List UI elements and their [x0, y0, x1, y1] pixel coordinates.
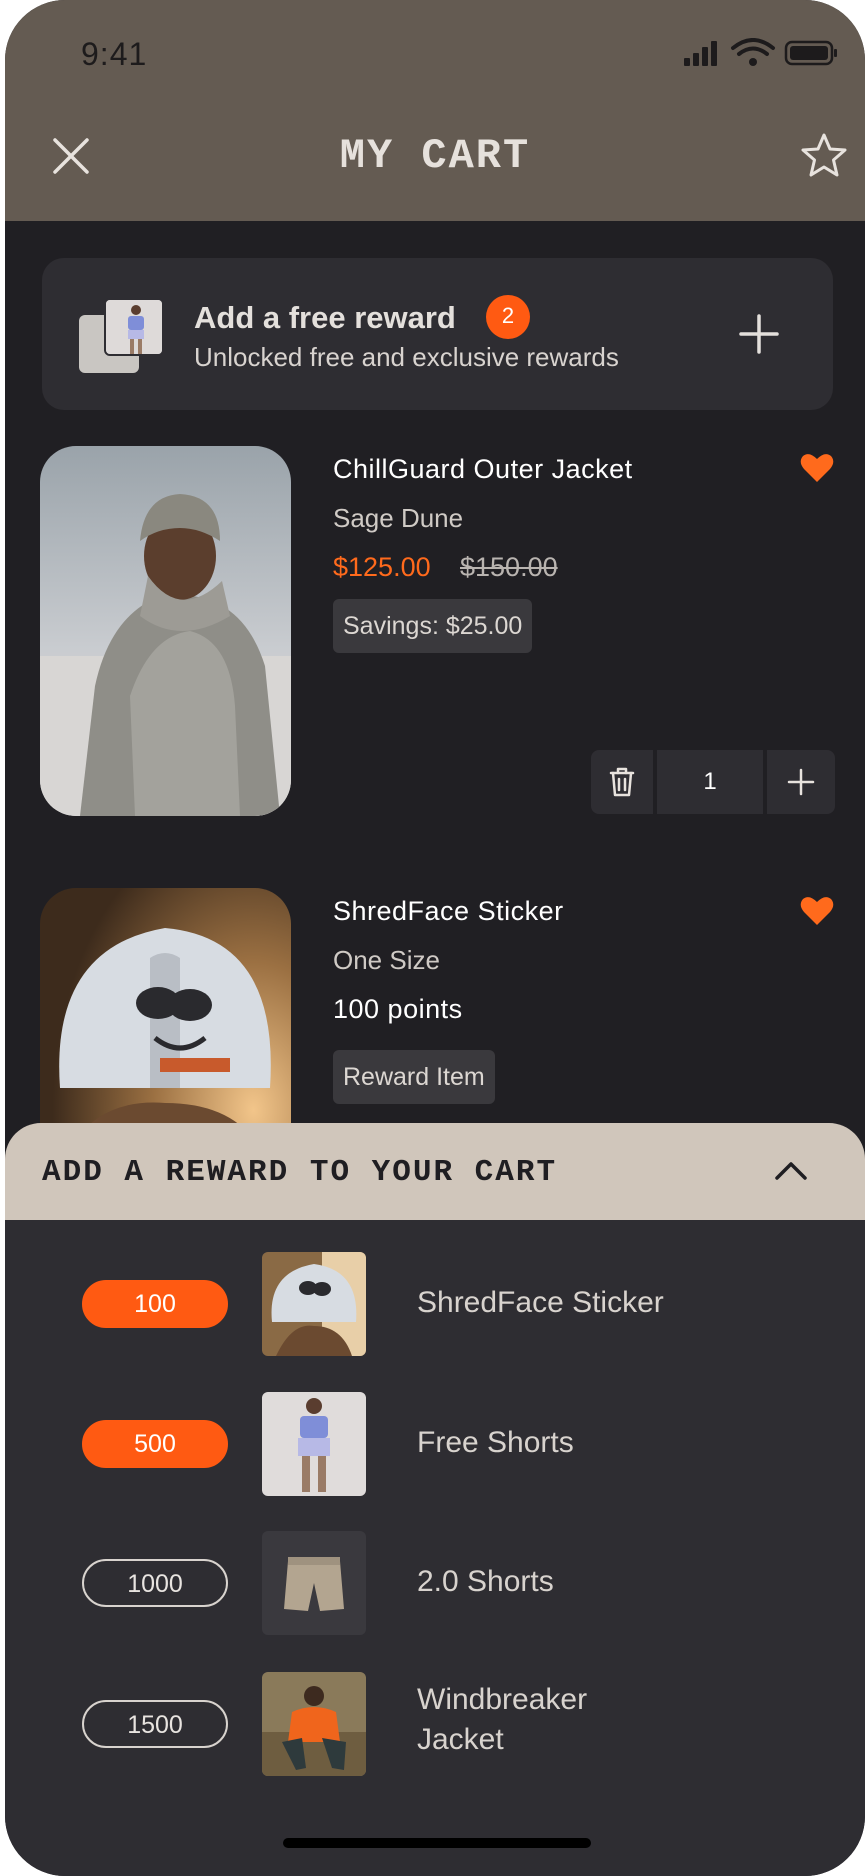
wifi-icon: [731, 38, 775, 56]
item-name[interactable]: ChillGuard Outer Jacket: [333, 454, 633, 485]
product-image-jacket[interactable]: [40, 446, 291, 816]
reward-thumbnail: [262, 1531, 366, 1635]
quantity-value[interactable]: 1: [657, 750, 763, 814]
add-reward-banner[interactable]: Add a free reward 2 Unlocked free and ex…: [42, 258, 833, 410]
reward-thumbnail: [262, 1252, 366, 1356]
reward-name: Free Shorts: [417, 1426, 574, 1459]
plus-icon[interactable]: [735, 310, 783, 358]
phone-screen: 9:41 MY CART Add a free reward 2 Unlocke…: [5, 0, 865, 1876]
plus-icon: [787, 768, 815, 796]
trash-icon: [609, 767, 635, 797]
reward-count-badge: 2: [486, 295, 530, 339]
reward-name: Windbreaker Jacket: [417, 1683, 588, 1756]
points-pill: 1500: [82, 1700, 228, 1748]
status-time: 9:41: [81, 36, 148, 72]
item-name[interactable]: ShredFace Sticker: [333, 896, 564, 927]
status-icons: [684, 38, 837, 66]
rewards-sheet-header[interactable]: ADD A REWARD TO YOUR CART: [5, 1123, 865, 1220]
heart-icon[interactable]: [800, 452, 834, 484]
reward-option[interactable]: 1500 Windbreaker Jacket: [5, 1668, 865, 1778]
reward-option[interactable]: 1000 2.0 Shorts: [5, 1527, 865, 1637]
item-variant: One Size: [333, 945, 440, 975]
item-variant: Sage Dune: [333, 503, 464, 533]
page-title: MY CART: [339, 132, 531, 180]
original-price: $150.00: [460, 552, 558, 582]
reward-thumbnail: [262, 1672, 366, 1776]
reward-option[interactable]: 500 Free Shorts: [5, 1388, 865, 1498]
rewards-sheet: ADD A REWARD TO YOUR CART 100 ShredFace …: [5, 1123, 865, 1876]
favorites-button[interactable]: [799, 131, 849, 181]
savings-tag: Savings: $25.00: [333, 599, 533, 653]
reward-name: 2.0 Shorts: [417, 1565, 554, 1598]
heart-icon[interactable]: [800, 895, 834, 927]
reward-item-tag: Reward Item: [333, 1050, 495, 1104]
chevron-up-icon[interactable]: [771, 1151, 811, 1191]
banner-subtitle: Unlocked free and exclusive rewards: [194, 342, 619, 372]
sale-price: $125.00: [333, 552, 431, 582]
rewards-sheet-title: ADD A REWARD TO YOUR CART: [42, 1155, 558, 1190]
signal-icon: [684, 41, 717, 66]
increase-quantity-button[interactable]: [767, 750, 835, 814]
remove-item-button[interactable]: [591, 750, 653, 814]
reward-name: ShredFace Sticker: [417, 1286, 664, 1319]
reward-option[interactable]: 100 ShredFace Sticker: [5, 1248, 865, 1358]
points-pill: 500: [82, 1420, 228, 1468]
reward-thumbnail: [104, 298, 164, 356]
item-points: 100 points: [333, 994, 463, 1024]
reward-thumbnail: [262, 1392, 366, 1496]
points-pill: 100: [82, 1280, 228, 1328]
banner-title: Add a free reward: [194, 300, 456, 335]
home-indicator: [283, 1838, 591, 1848]
points-pill: 1000: [82, 1559, 228, 1607]
star-icon: [801, 133, 847, 177]
battery-icon: [784, 40, 837, 66]
person-figure-image: [106, 300, 162, 354]
header: 9:41 MY CART: [5, 0, 865, 221]
